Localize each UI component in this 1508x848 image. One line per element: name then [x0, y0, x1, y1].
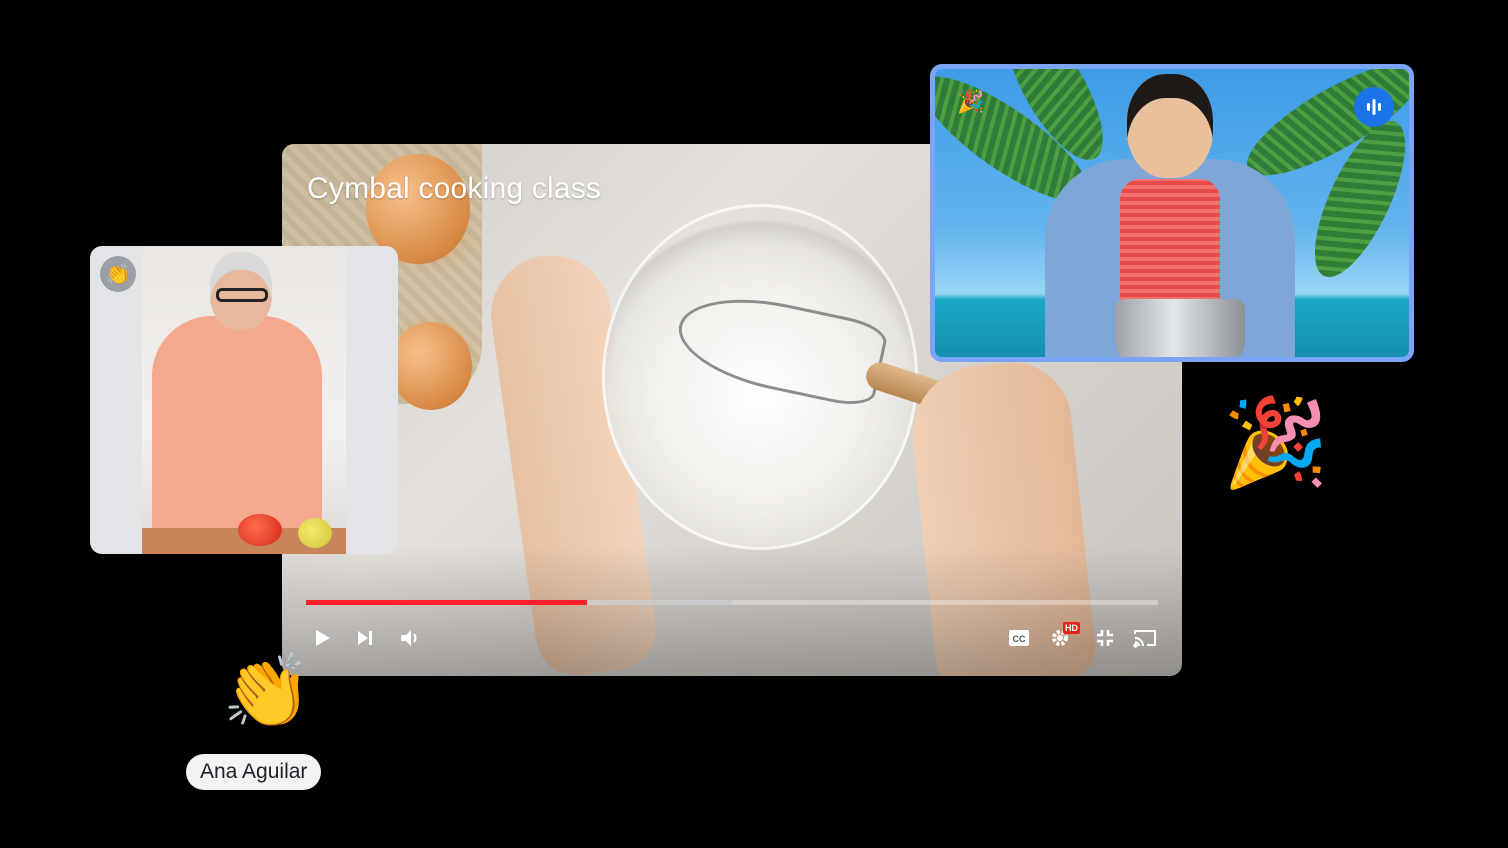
sparkle-icon: [283, 655, 297, 667]
party-popper-reaction: 🎉: [1222, 395, 1330, 491]
audio-waveform-icon: [1367, 99, 1381, 115]
participant-shirt: [152, 316, 322, 546]
participant-tile-left[interactable]: 👏: [90, 246, 398, 554]
participant-video: [1035, 69, 1315, 357]
cast-icon: [1133, 630, 1156, 648]
progress-bar[interactable]: [306, 600, 1158, 605]
captions-button[interactable]: CC: [1001, 620, 1037, 656]
tomato-image: [238, 514, 282, 546]
play-button[interactable]: [304, 620, 340, 656]
hand-clap-icon: 👏: [100, 256, 136, 292]
cooking-pot-image: [1115, 299, 1245, 357]
pepper-image: [298, 518, 332, 548]
exit-fullscreen-icon: [1097, 630, 1113, 646]
skip-next-icon: [358, 631, 372, 645]
volume-icon: [401, 630, 417, 646]
egg-image: [390, 322, 472, 410]
video-title: Cymbal cooking class: [307, 172, 602, 205]
settings-button[interactable]: HD: [1042, 620, 1080, 656]
volume-button[interactable]: [392, 620, 428, 656]
cast-button[interactable]: [1127, 620, 1163, 656]
participant-tile-right[interactable]: 🎉: [930, 64, 1414, 362]
party-popper-icon: 🎉: [957, 89, 985, 114]
controls-gradient: [282, 546, 1182, 676]
player-controls: CC HD: [282, 620, 1182, 656]
closed-captions-icon: CC: [1009, 630, 1029, 646]
participant-video: [142, 246, 346, 554]
hd-badge: HD: [1063, 622, 1080, 634]
reaction-sender-name: Ana Aguilar: [186, 754, 322, 790]
speaking-indicator: [1354, 87, 1394, 127]
participant-glasses: [216, 288, 268, 302]
participant-head: [1127, 74, 1213, 178]
next-button[interactable]: [347, 620, 383, 656]
exit-fullscreen-button[interactable]: [1087, 620, 1123, 656]
svg-text:CC: CC: [1013, 634, 1026, 644]
progress-played: [306, 600, 588, 605]
play-icon: [316, 630, 330, 646]
